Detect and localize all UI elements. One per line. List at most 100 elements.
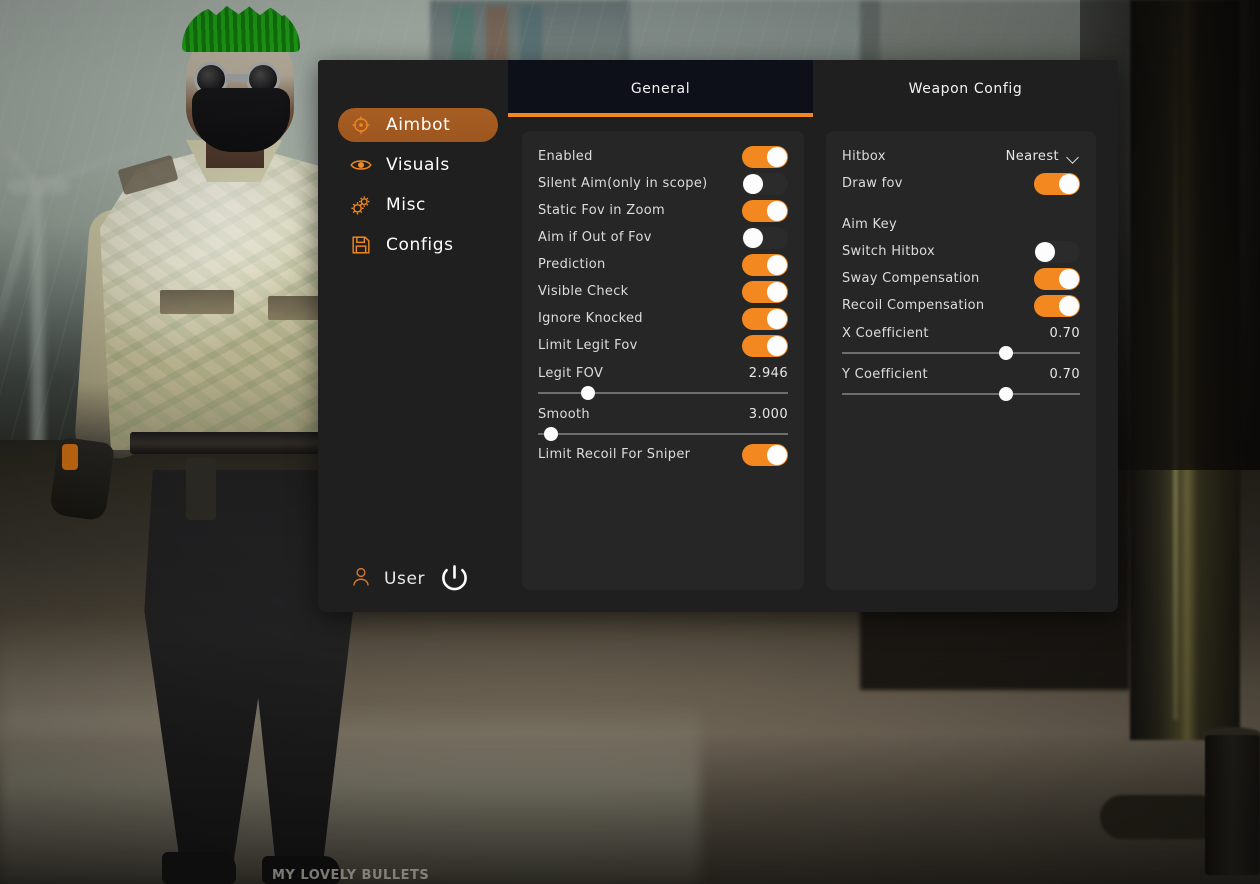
setting-label: Smooth xyxy=(538,406,590,422)
character-shoe-left xyxy=(162,852,236,884)
aimbot-advanced-panel: Hitbox Nearest Draw fov Aim Key Switch H… xyxy=(826,131,1096,590)
setting-label: Prediction xyxy=(538,257,606,272)
setting-label: Enabled xyxy=(538,149,593,164)
setting-label: Legit FOV xyxy=(538,365,604,381)
setting-row-aim-key[interactable]: Aim Key xyxy=(842,211,1080,238)
toggle-sway-compensation[interactable] xyxy=(1034,267,1080,290)
setting-label: Ignore Knocked xyxy=(538,311,643,326)
hitbox-dropdown[interactable]: Nearest xyxy=(1006,149,1080,164)
sidebar-item-visuals[interactable]: Visuals xyxy=(338,148,498,182)
setting-label: Static Fov in Zoom xyxy=(538,203,665,218)
sidebar-item-label: Visuals xyxy=(386,155,450,175)
toggle-knob xyxy=(1059,173,1079,194)
slider-line xyxy=(842,352,1080,354)
toggle-knob xyxy=(767,146,787,167)
setting-label: Recoil Compensation xyxy=(842,298,985,313)
chevron-down-icon xyxy=(1067,153,1080,161)
belt-text: MY LOVELY BULLETS xyxy=(272,868,430,883)
aimbot-general-panel: Enabled Silent Aim(only in scope) Static… xyxy=(522,131,804,590)
setting-label: Switch Hitbox xyxy=(842,244,935,259)
toggle-knob xyxy=(1035,241,1055,262)
setting-row-draw-fov: Draw fov xyxy=(842,170,1080,197)
toggle-limit-legit-fov[interactable] xyxy=(742,334,788,357)
toggle-knob xyxy=(767,444,787,465)
power-icon[interactable] xyxy=(439,563,470,594)
setting-row-limit-legit-fov: Limit Legit Fov xyxy=(538,332,788,359)
toggle-prediction[interactable] xyxy=(742,253,788,276)
sandbag-prop xyxy=(1100,795,1220,839)
slider-track-y-coefficient[interactable] xyxy=(842,387,1080,401)
sidebar: Aimbot Visuals Misc Configs User xyxy=(318,60,508,612)
sidebar-item-label: Configs xyxy=(386,235,454,255)
user-icon xyxy=(352,567,370,591)
slider-thumb[interactable] xyxy=(999,387,1014,401)
setting-row-static-fov-in-zoom: Static Fov in Zoom xyxy=(538,197,788,224)
setting-row-enabled: Enabled xyxy=(538,143,788,170)
toggle-static-fov-in-zoom[interactable] xyxy=(742,199,788,222)
tab-bar: General Weapon Config xyxy=(508,60,1118,117)
setting-row-sway-compensation: Sway Compensation xyxy=(842,265,1080,292)
toggle-visible-check[interactable] xyxy=(742,280,788,303)
slider-track-legit-fov[interactable] xyxy=(538,386,788,400)
gears-icon xyxy=(350,194,372,216)
slider-thumb[interactable] xyxy=(581,386,595,400)
slider-thumb[interactable] xyxy=(999,346,1014,360)
setting-label: Silent Aim(only in scope) xyxy=(538,176,708,191)
eye-icon xyxy=(350,154,372,176)
tab-general[interactable]: General xyxy=(508,60,813,117)
toggle-silent-aim[interactable] xyxy=(742,172,788,195)
slider-header: Smooth 3.000 xyxy=(538,402,788,426)
sidebar-item-misc[interactable]: Misc xyxy=(338,188,498,222)
toggle-recoil-compensation[interactable] xyxy=(1034,294,1080,317)
character-glove-accent xyxy=(62,444,78,470)
character-glove xyxy=(48,436,116,522)
slider-line xyxy=(842,393,1080,395)
character-shirt-pocket xyxy=(160,290,234,314)
slider-smooth: Smooth 3.000 xyxy=(538,400,788,441)
sidebar-item-label: Aimbot xyxy=(386,115,451,135)
barrel-prop xyxy=(1205,735,1260,875)
sidebar-item-configs[interactable]: Configs xyxy=(338,228,498,262)
slider-header: X Coefficient 0.70 xyxy=(842,321,1080,345)
toggle-limit-recoil-for-sniper[interactable] xyxy=(742,443,788,466)
hitbox-selected-value: Nearest xyxy=(1005,149,1059,164)
toggle-aim-if-out-of-fov[interactable] xyxy=(742,226,788,249)
toggle-switch-hitbox[interactable] xyxy=(1034,240,1080,263)
slider-thumb[interactable] xyxy=(543,427,558,441)
toggle-ignore-knocked[interactable] xyxy=(742,307,788,330)
cheat-menu-window: Aimbot Visuals Misc Configs User General… xyxy=(318,60,1118,612)
slider-header: Legit FOV 2.946 xyxy=(538,361,788,385)
aim-key-label: Aim Key xyxy=(842,217,897,232)
setting-row-hitbox: Hitbox Nearest xyxy=(842,143,1080,170)
slider-header: Y Coefficient 0.70 xyxy=(842,362,1080,386)
toggle-draw-fov[interactable] xyxy=(1034,172,1080,195)
toggle-knob xyxy=(767,281,787,302)
slider-value: 2.946 xyxy=(748,365,788,381)
panel-spacer xyxy=(842,197,1080,211)
setting-row-recoil-compensation: Recoil Compensation xyxy=(842,292,1080,319)
character-holster xyxy=(186,458,216,520)
setting-label: Aim if Out of Fov xyxy=(538,230,652,245)
character-goggle-bridge xyxy=(226,74,248,82)
slider-track-x-coefficient[interactable] xyxy=(842,346,1080,360)
toggle-knob xyxy=(743,227,763,248)
tab-weapon-config[interactable]: Weapon Config xyxy=(813,60,1118,117)
character-face-mask xyxy=(192,88,290,152)
setting-label: Hitbox xyxy=(842,149,886,164)
slider-value: 0.70 xyxy=(1049,366,1080,382)
slider-value: 3.000 xyxy=(748,406,788,422)
setting-label: Limit Legit Fov xyxy=(538,338,638,353)
slider-value: 0.70 xyxy=(1049,325,1080,341)
setting-row-silent-aim: Silent Aim(only in scope) xyxy=(538,170,788,197)
toggle-knob xyxy=(767,308,787,329)
slider-line xyxy=(538,392,788,394)
settings-panels: Enabled Silent Aim(only in scope) Static… xyxy=(508,117,1118,612)
slider-track-smooth[interactable] xyxy=(538,427,788,441)
slider-line xyxy=(538,433,788,435)
character-belt: MY LOVELY BULLETS xyxy=(130,432,429,883)
toggle-enabled[interactable] xyxy=(742,145,788,168)
sidebar-item-aimbot[interactable]: Aimbot xyxy=(338,108,498,142)
setting-row-prediction: Prediction xyxy=(538,251,788,278)
tab-label: General xyxy=(630,80,691,97)
toggle-knob xyxy=(767,254,787,275)
